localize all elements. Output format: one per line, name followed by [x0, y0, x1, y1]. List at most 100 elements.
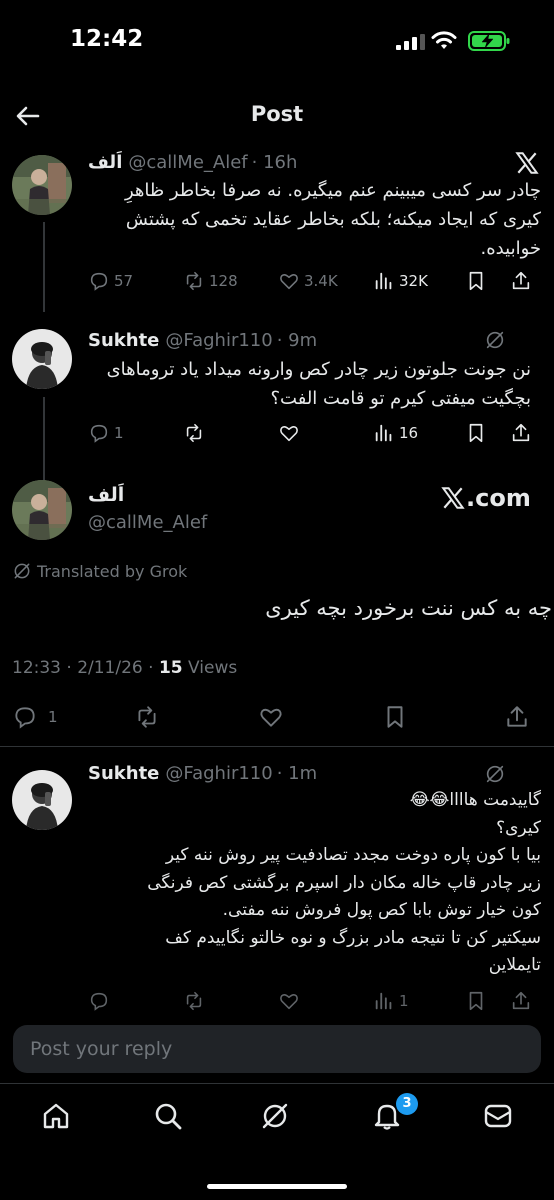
home-icon[interactable] — [40, 1100, 72, 1132]
avatar-photo — [12, 329, 72, 389]
repost-button[interactable] — [183, 990, 278, 1012]
like-button[interactable] — [278, 422, 373, 444]
display-name[interactable]: Sukhte — [88, 330, 159, 351]
bookmark-icon — [469, 271, 483, 291]
repost-button[interactable] — [183, 422, 278, 444]
grok-icon[interactable] — [484, 329, 506, 351]
views-button[interactable]: 1 — [373, 990, 465, 1012]
bookmark-icon — [469, 423, 483, 443]
display-name[interactable]: Sukhte — [88, 763, 159, 784]
repost-button[interactable]: 128 — [183, 270, 278, 292]
repost-icon — [138, 706, 156, 728]
battery-charging-icon — [468, 31, 510, 51]
bookmark-button[interactable] — [465, 422, 510, 444]
views-button[interactable]: 32K — [373, 270, 465, 292]
timestamp: 12:33 · 2/11/26 · — [12, 658, 159, 678]
views-icon — [375, 272, 392, 290]
repost-icon — [186, 423, 202, 443]
status-bar: 12:42 — [0, 0, 554, 80]
views-icon — [375, 424, 392, 442]
share-button[interactable] — [510, 990, 540, 1012]
text-line: تایملاین — [488, 955, 541, 975]
repost-button[interactable] — [134, 704, 258, 730]
main-tweet-actions: 1 — [12, 704, 542, 730]
views-label: Views — [188, 658, 238, 678]
views-count: 15 — [158, 658, 183, 678]
like-icon — [280, 274, 298, 290]
tweet-text: چادر سر کسی میبینم عنم میگیره. نه صرفا ب… — [124, 180, 541, 259]
like-icon — [260, 708, 282, 727]
tweet-meta: 12:33 · 2/11/26 · 15 Views — [12, 658, 237, 678]
share-icon — [512, 991, 530, 1010]
grok-icon — [14, 563, 30, 579]
translated-label[interactable]: Translated by Grok — [12, 561, 187, 581]
avatar-photo — [12, 770, 72, 830]
avatar[interactable] — [12, 329, 72, 389]
repost-icon — [186, 991, 202, 1011]
share-icon — [507, 706, 527, 727]
avatar[interactable] — [12, 155, 72, 215]
reply-button[interactable] — [88, 990, 183, 1012]
grok-icon[interactable] — [484, 763, 506, 785]
bottom-tab-bar — [0, 1083, 554, 1200]
bookmark-button[interactable] — [465, 270, 510, 292]
views-count: 16 — [399, 424, 419, 442]
timestamp: · 16h — [251, 152, 298, 173]
text-line: گاییدمت هاااا😂😂 — [409, 790, 541, 810]
like-icon — [280, 994, 298, 1010]
repost-count: 128 — [209, 272, 238, 290]
reply-count: 1 — [48, 708, 58, 726]
thread-line — [43, 397, 45, 485]
notifications-badge: 3 — [396, 1093, 418, 1115]
share-button[interactable] — [510, 422, 540, 444]
reply-button[interactable]: 1 — [12, 704, 134, 730]
views-button[interactable]: 16 — [373, 422, 465, 444]
reply-placeholder: Post your reply — [30, 1038, 173, 1060]
avatar[interactable] — [12, 480, 72, 540]
reply-count: 57 — [114, 272, 134, 290]
source-domain: .com — [466, 484, 531, 512]
divider — [0, 746, 554, 747]
source-badge: .com — [440, 484, 531, 512]
bookmark-icon — [387, 706, 403, 728]
repost-icon — [186, 271, 202, 291]
tweet-header: Sukhte @Faghir110 · 9m — [88, 330, 317, 351]
like-button[interactable] — [258, 704, 382, 730]
text-line: زیر چادر قاپ خاله مکان دار اسپرم برگشتی … — [147, 872, 541, 893]
share-button[interactable] — [504, 704, 534, 730]
messages-icon[interactable] — [482, 1100, 514, 1132]
reply-input[interactable]: Post your reply — [13, 1025, 541, 1073]
like-count: 3.4K — [304, 272, 338, 290]
reply-button[interactable]: 1 — [88, 422, 183, 444]
tweet-header: Sukhte @Faghir110 · 1m — [88, 763, 317, 784]
share-icon — [512, 423, 530, 442]
handle[interactable]: @callMe_Alef — [88, 512, 207, 533]
main-tweet-text: چه به کس ننت برخورد بچه کیری — [265, 596, 552, 620]
display-name[interactable]: اَلف — [88, 484, 124, 506]
tweet-header: اَلف @callMe_Alef · 16h — [88, 152, 297, 173]
reply-count: 1 — [114, 424, 124, 442]
cellular-signal-icon — [396, 34, 425, 50]
handle[interactable]: @Faghir110 — [165, 330, 272, 351]
x-logo-icon — [441, 487, 465, 509]
bookmark-button[interactable] — [465, 990, 510, 1012]
tweet-actions: 57 128 3.4K 32K — [88, 270, 543, 292]
like-button[interactable] — [278, 990, 373, 1012]
reply-icon — [90, 992, 108, 1011]
grok-icon[interactable] — [259, 1100, 291, 1132]
handle[interactable]: @Faghir110 — [165, 763, 272, 784]
tweet-text: گاییدمت هاااا😂😂 کیری؟ بیا با کون پاره دو… — [86, 787, 541, 980]
status-time: 12:42 — [70, 26, 144, 52]
text-line: کیری؟ — [496, 817, 541, 838]
share-button[interactable] — [510, 270, 540, 292]
text-line: سیکتیر کن تا نتیجه مادر بزرگ و نوه خالتو… — [165, 927, 541, 948]
reply-button[interactable]: 57 — [88, 270, 183, 292]
bookmark-button[interactable] — [382, 704, 504, 730]
home-indicator — [207, 1184, 347, 1189]
display-name[interactable]: اَلف — [88, 152, 122, 173]
avatar[interactable] — [12, 770, 72, 830]
search-icon[interactable] — [152, 1100, 184, 1132]
views-count: 1 — [399, 992, 409, 1010]
like-button[interactable]: 3.4K — [278, 270, 373, 292]
handle[interactable]: @callMe_Alef — [128, 152, 247, 173]
